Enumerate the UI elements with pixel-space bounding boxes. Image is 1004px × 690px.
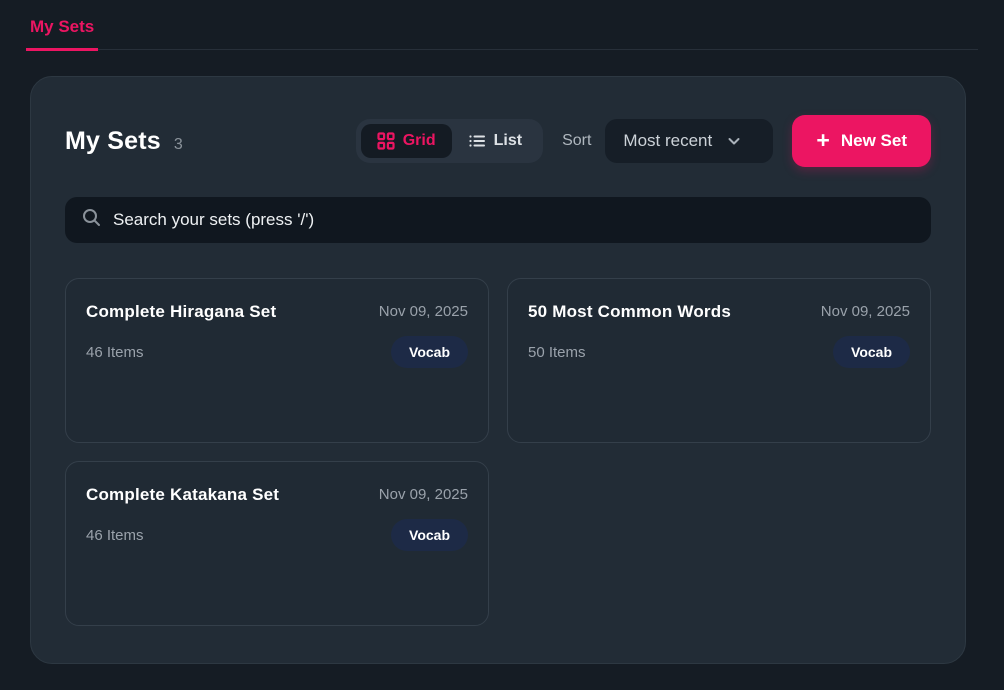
- grid-view-label: Grid: [403, 132, 436, 150]
- set-date: Nov 09, 2025: [379, 485, 468, 503]
- tab-my-sets[interactable]: My Sets: [26, 0, 98, 51]
- set-date: Nov 09, 2025: [379, 302, 468, 320]
- new-set-button[interactable]: + New Set: [792, 115, 931, 167]
- chevron-down-icon: [726, 133, 742, 149]
- grid-icon: [377, 132, 395, 150]
- set-item-count: 50 Items: [528, 344, 586, 361]
- set-card-complete-katakana[interactable]: Complete Katakana Set Nov 09, 2025 46 It…: [65, 461, 489, 626]
- search-icon: [81, 207, 102, 233]
- set-date: Nov 09, 2025: [821, 302, 910, 320]
- list-icon: [468, 132, 486, 150]
- set-card-50-most-common[interactable]: 50 Most Common Words Nov 09, 2025 50 Ite…: [507, 278, 931, 443]
- set-title: Complete Katakana Set: [86, 485, 279, 505]
- sets-count: 3: [174, 136, 183, 154]
- sets-grid: Complete Hiragana Set Nov 09, 2025 46 It…: [65, 278, 931, 626]
- set-title: 50 Most Common Words: [528, 302, 731, 322]
- set-type-badge: Vocab: [391, 336, 468, 368]
- list-view-button[interactable]: List: [452, 124, 538, 158]
- list-view-label: List: [494, 132, 522, 150]
- search-bar[interactable]: [65, 197, 931, 243]
- sort-label: Sort: [562, 132, 591, 150]
- grid-view-button[interactable]: Grid: [361, 124, 452, 158]
- my-sets-panel: My Sets 3 Grid: [30, 76, 966, 664]
- view-toggle: Grid List: [356, 119, 543, 163]
- sort-dropdown-value: Most recent: [623, 131, 712, 151]
- plus-icon: +: [816, 129, 829, 152]
- panel-header: My Sets 3 Grid: [65, 115, 931, 167]
- search-input[interactable]: [113, 210, 915, 230]
- sort-dropdown[interactable]: Most recent: [605, 119, 773, 163]
- tab-bar-inner: My Sets: [26, 0, 978, 50]
- set-title: Complete Hiragana Set: [86, 302, 276, 322]
- page-title: My Sets: [65, 127, 161, 156]
- tab-bar: My Sets: [0, 0, 1004, 50]
- set-type-badge: Vocab: [391, 519, 468, 551]
- set-item-count: 46 Items: [86, 527, 144, 544]
- set-type-badge: Vocab: [833, 336, 910, 368]
- heading-group: My Sets 3: [65, 127, 183, 156]
- set-card-complete-hiragana[interactable]: Complete Hiragana Set Nov 09, 2025 46 It…: [65, 278, 489, 443]
- set-item-count: 46 Items: [86, 344, 144, 361]
- new-set-button-label: New Set: [841, 131, 907, 151]
